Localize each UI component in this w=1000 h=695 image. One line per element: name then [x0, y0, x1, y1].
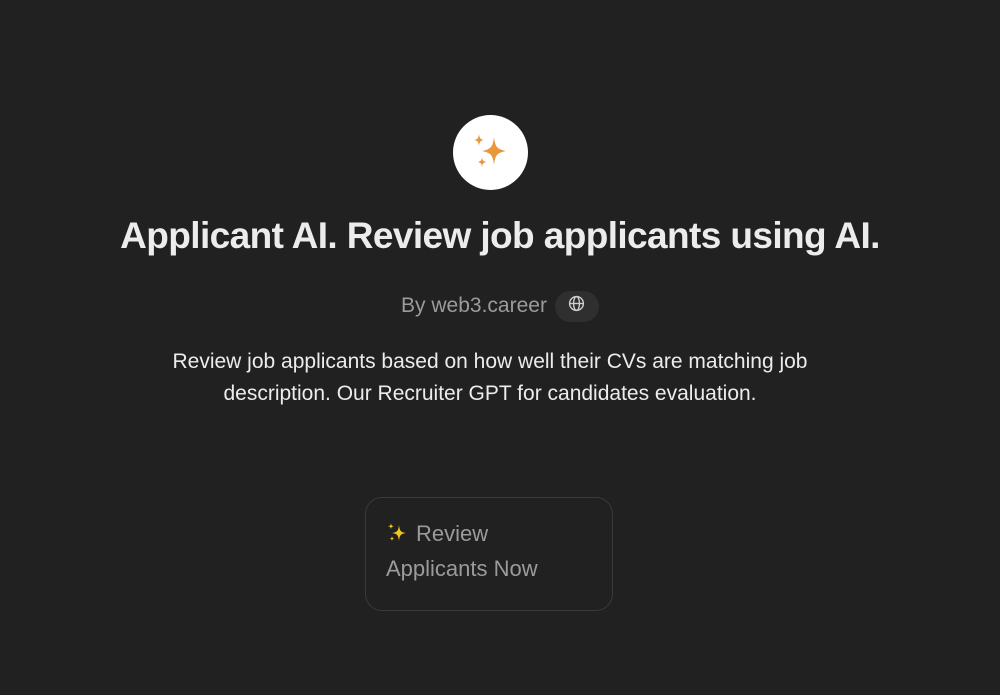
gpt-title: Applicant AI. Review job applicants usin…: [120, 215, 880, 256]
gpt-description: Review job applicants based on how well …: [172, 350, 808, 405]
starter-content: Review Applicants Now: [386, 516, 566, 586]
website-link-button[interactable]: [554, 290, 599, 322]
author-name: By web3.career: [401, 294, 547, 317]
globe-icon: [568, 295, 585, 317]
gpt-landing: Applicant AI. Review job applicants usin…: [0, 0, 1000, 695]
gpt-avatar: [453, 115, 528, 190]
conversation-starter-button[interactable]: Review Applicants Now: [365, 497, 613, 611]
sparkles-icon: [468, 130, 514, 176]
starter-label: Review Applicants Now: [386, 521, 538, 581]
author-byline: By web3.career: [0, 290, 1000, 322]
sparkles-emoji-icon: [386, 519, 408, 542]
